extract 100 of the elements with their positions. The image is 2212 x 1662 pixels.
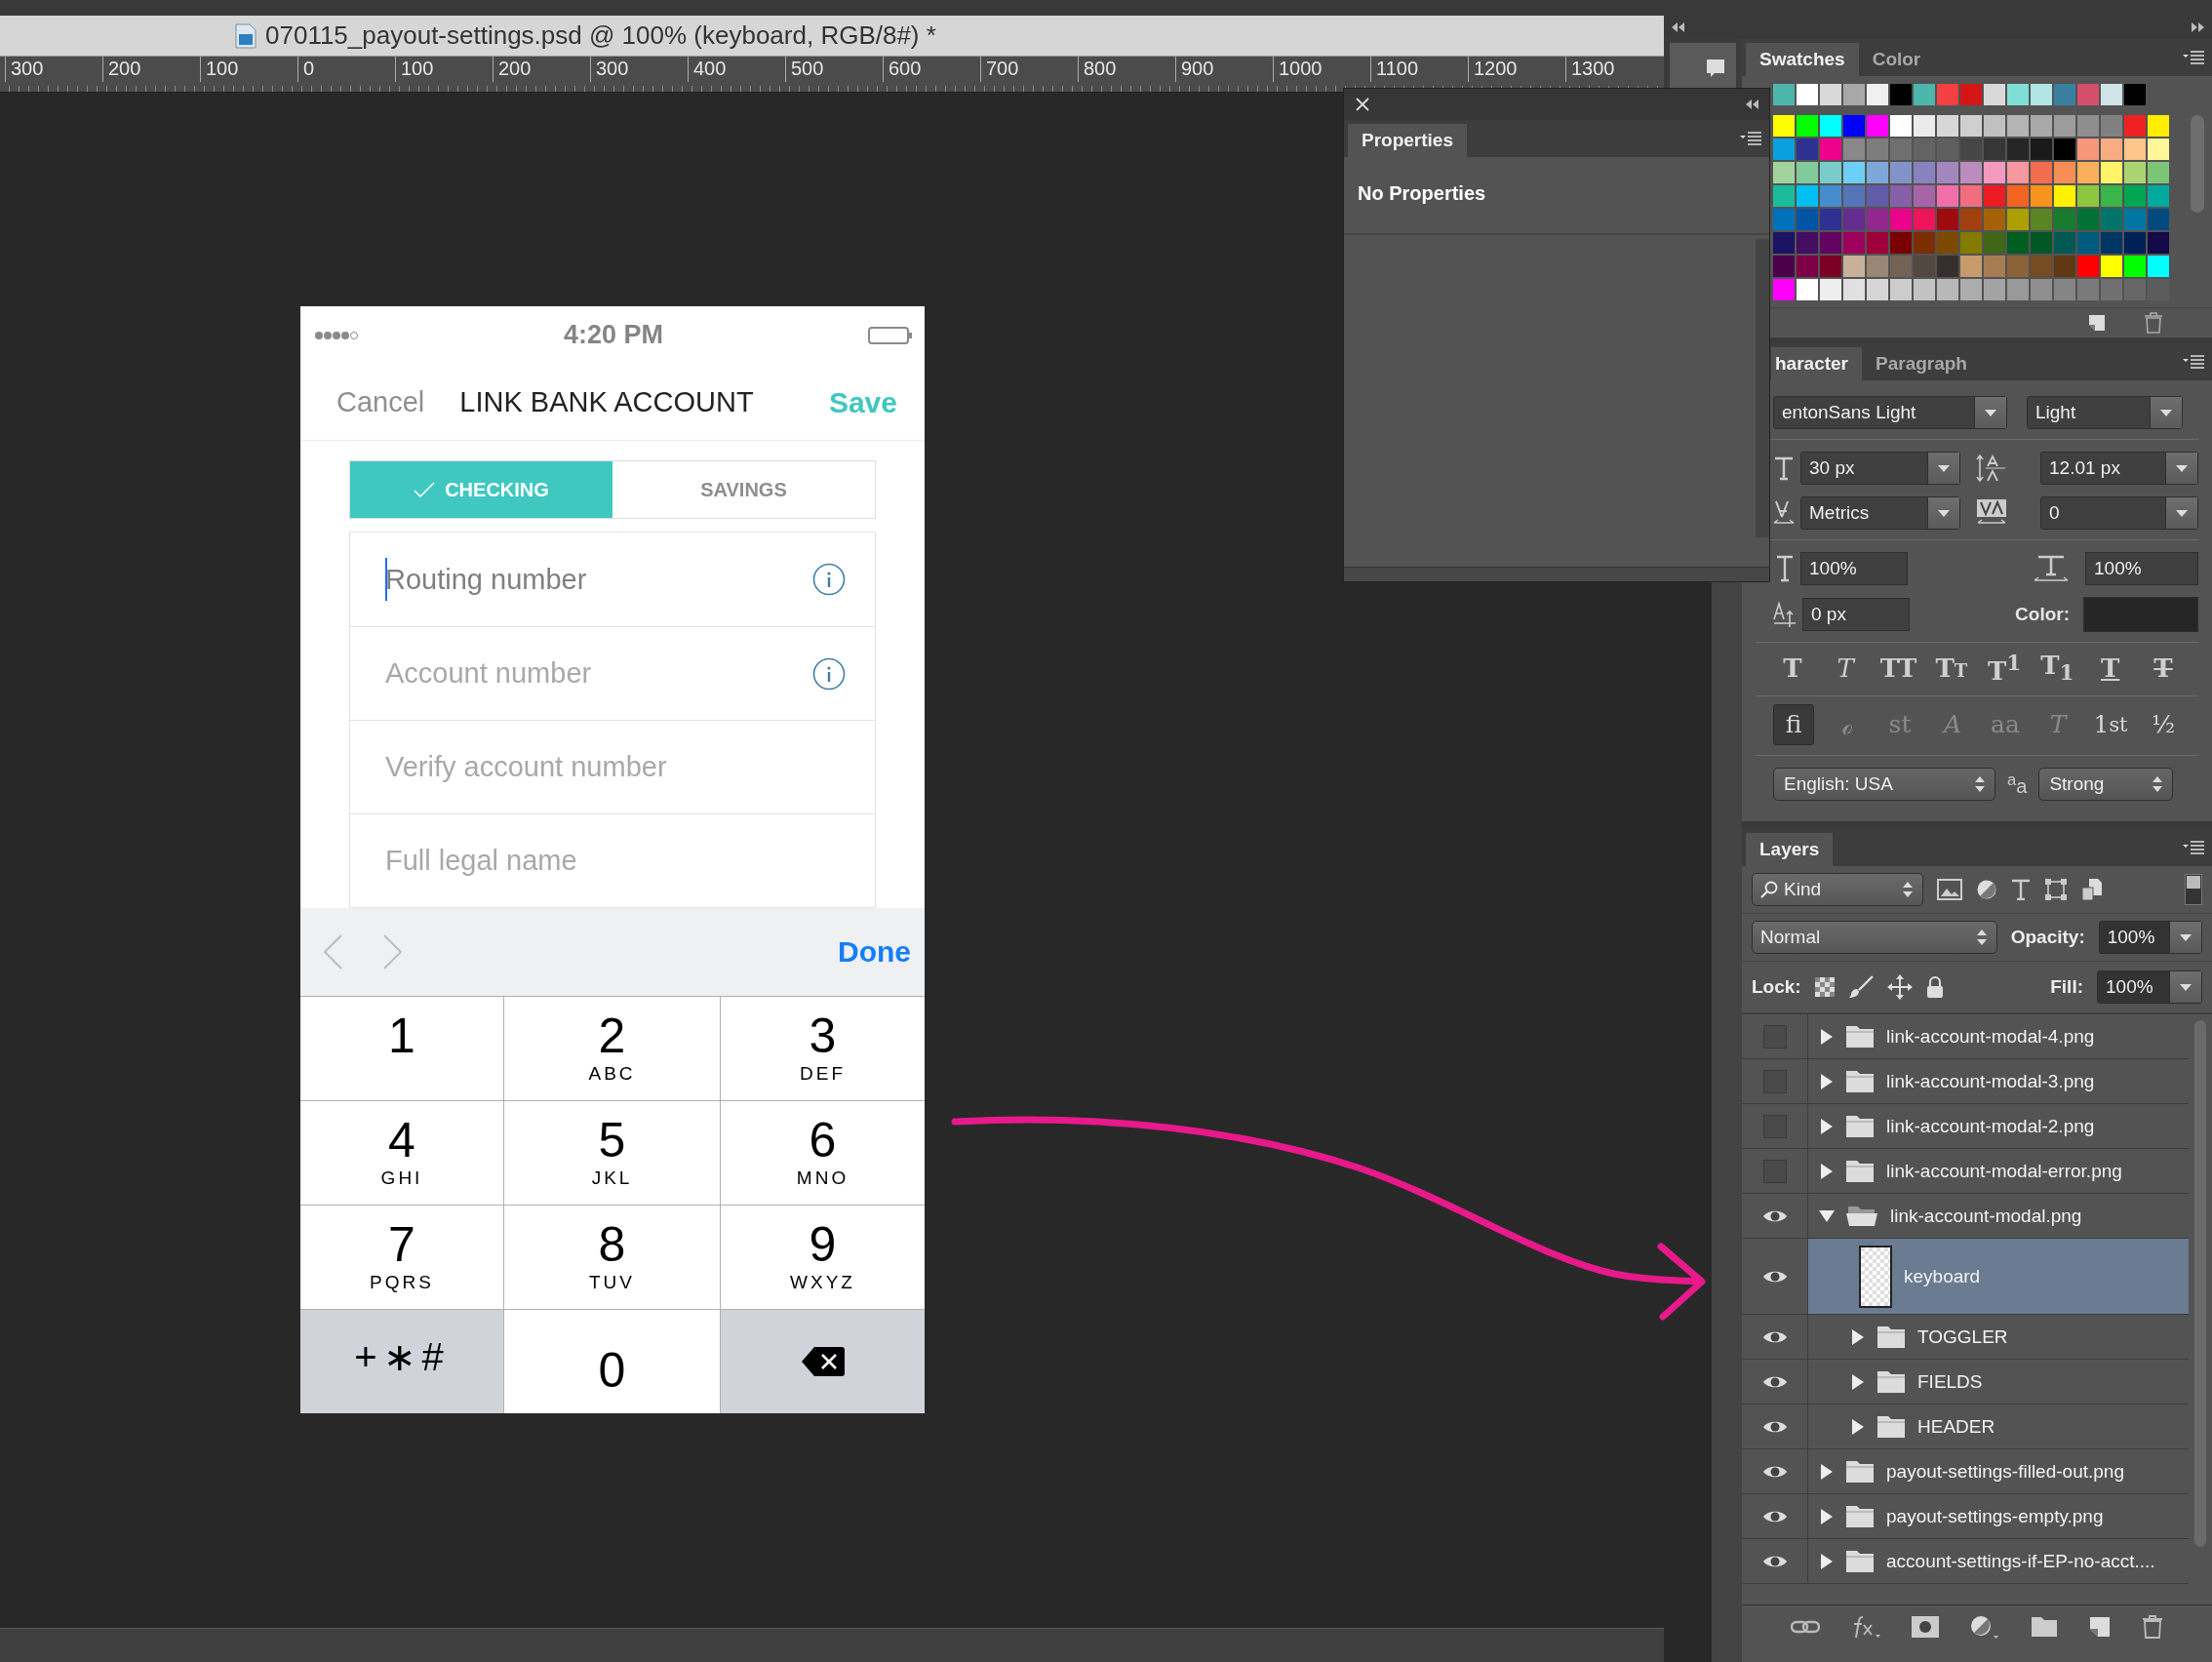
color-swatch[interactable] xyxy=(1820,209,1841,230)
input-field[interactable]: Account number xyxy=(385,657,812,691)
color-swatch[interactable] xyxy=(1797,138,1818,160)
color-swatch[interactable] xyxy=(1937,279,1958,300)
color-swatch[interactable] xyxy=(1914,185,1935,207)
paragraph-panel-button[interactable] xyxy=(1670,43,1736,90)
color-swatch[interactable] xyxy=(1914,209,1935,230)
color-swatch[interactable] xyxy=(1984,185,2005,207)
color-swatch[interactable] xyxy=(1937,209,1958,230)
visibility-toggle[interactable] xyxy=(1762,1159,1787,1183)
color-swatch[interactable] xyxy=(1984,84,2005,105)
color-swatch[interactable] xyxy=(1984,232,2005,254)
color-swatch[interactable] xyxy=(2031,84,2052,105)
color-swatch[interactable] xyxy=(2124,185,2146,207)
color-swatch[interactable] xyxy=(1820,84,1841,105)
color-swatch[interactable] xyxy=(2124,209,2146,230)
color-swatch[interactable] xyxy=(2031,115,2052,137)
color-swatch[interactable] xyxy=(2124,162,2146,183)
language-dropdown[interactable]: English: USA xyxy=(1773,767,1995,801)
color-swatch[interactable] xyxy=(1867,256,1888,277)
keypad-key[interactable]: 8 TUV xyxy=(504,1206,720,1309)
color-swatch[interactable] xyxy=(1984,162,2005,183)
color-swatch[interactable] xyxy=(1914,279,1935,300)
color-swatch[interactable] xyxy=(2124,84,2146,105)
color-swatch[interactable] xyxy=(1867,84,1888,105)
disclosure-triangle-icon[interactable] xyxy=(1820,1072,1834,1090)
keypad-key[interactable]: 7 PQRS xyxy=(300,1206,503,1309)
color-swatch[interactable] xyxy=(2007,84,2029,105)
color-swatch[interactable] xyxy=(1867,162,1888,183)
panel-menu-icon[interactable] xyxy=(2183,841,2204,854)
vertical-scale-field[interactable]: 100% xyxy=(1800,552,1908,585)
input-field[interactable]: Full legal name xyxy=(385,845,846,878)
color-swatch[interactable] xyxy=(2077,185,2099,207)
color-swatch[interactable] xyxy=(1773,84,1795,105)
layer-row[interactable]: link-account-modal-2.png xyxy=(1808,1104,2189,1148)
color-swatch[interactable] xyxy=(2054,209,2075,230)
keypad-key[interactable]: 1 xyxy=(300,997,503,1100)
lock-icon[interactable] xyxy=(1925,975,1944,999)
type-style-button[interactable]: T xyxy=(1773,653,1812,683)
new-group-icon[interactable] xyxy=(2031,1616,2058,1638)
color-swatch[interactable] xyxy=(1820,138,1841,160)
color-swatch[interactable] xyxy=(2148,232,2169,254)
vertical-scrollbar[interactable] xyxy=(1756,239,1769,537)
color-swatch[interactable] xyxy=(1843,162,1865,183)
color-swatch[interactable] xyxy=(1914,84,1935,105)
color-swatch[interactable] xyxy=(2148,162,2169,183)
color-swatch[interactable] xyxy=(1960,84,1982,105)
keypad-key[interactable]: 3 DEF xyxy=(721,997,925,1100)
color-swatch[interactable] xyxy=(2031,185,2052,207)
type-style-button[interactable]: TT xyxy=(1878,653,1918,683)
color-swatch[interactable] xyxy=(1960,256,1982,277)
disclosure-triangle-icon[interactable] xyxy=(1820,1462,1834,1481)
color-swatch[interactable] xyxy=(2007,279,2029,300)
color-swatch[interactable] xyxy=(1937,115,1958,137)
anti-aliasing-dropdown[interactable]: Strong xyxy=(2038,767,2174,801)
color-swatch[interactable] xyxy=(1773,232,1795,254)
trash-icon[interactable] xyxy=(2144,312,2163,334)
new-layer-icon[interactable] xyxy=(2089,1616,2111,1638)
color-swatch[interactable] xyxy=(1867,185,1888,207)
keypad-key[interactable]: 5 JKL xyxy=(504,1101,720,1205)
kerning-dropdown[interactable]: Metrics xyxy=(1800,496,1960,530)
disclosure-triangle-icon[interactable] xyxy=(1851,1417,1865,1436)
color-swatch[interactable] xyxy=(1867,138,1888,160)
visibility-toggle[interactable] xyxy=(1762,1024,1787,1049)
color-swatch[interactable] xyxy=(1843,256,1865,277)
color-swatch[interactable] xyxy=(2031,162,2052,183)
font-family-dropdown[interactable]: entonSans Light xyxy=(1773,396,2007,429)
layer-row[interactable]: link-account-modal-3.png xyxy=(1808,1059,2189,1103)
color-swatch[interactable] xyxy=(1797,232,1818,254)
color-swatch[interactable] xyxy=(1960,209,1982,230)
color-swatch[interactable] xyxy=(2054,279,2075,300)
filter-kind-dropdown[interactable]: Kind xyxy=(1752,873,1923,906)
color-swatch[interactable] xyxy=(2054,84,2075,105)
color-swatch[interactable] xyxy=(1843,84,1865,105)
panel-menu-icon[interactable] xyxy=(1740,132,1761,145)
type-style-button[interactable]: T xyxy=(2090,653,2130,683)
color-swatch[interactable] xyxy=(1843,138,1865,160)
layer-row[interactable]: link-account-modal-4.png xyxy=(1808,1014,2189,1058)
disclosure-triangle-icon[interactable] xyxy=(1820,1027,1834,1046)
layer-row[interactable]: account-settings-if-EP-no-acct.... xyxy=(1808,1539,2189,1583)
color-swatch[interactable] xyxy=(2031,209,2052,230)
color-swatch[interactable] xyxy=(2007,138,2029,160)
color-swatch[interactable] xyxy=(1867,232,1888,254)
color-swatch[interactable] xyxy=(1773,138,1795,160)
collapse-icon[interactable] xyxy=(1746,99,1759,109)
color-swatch[interactable] xyxy=(2031,279,2052,300)
color-swatch[interactable] xyxy=(2077,138,2099,160)
disclosure-triangle-icon[interactable] xyxy=(1818,1208,1836,1223)
color-swatch[interactable] xyxy=(2101,185,2122,207)
color-swatch[interactable] xyxy=(2007,256,2029,277)
leading-dropdown[interactable]: 12.01 px xyxy=(2040,452,2198,485)
color-swatch[interactable] xyxy=(1773,162,1795,183)
panel-tab[interactable]: Layers xyxy=(1746,833,1834,866)
color-swatch[interactable] xyxy=(2007,232,2029,254)
keypad-key[interactable]: 4 GHI xyxy=(300,1101,503,1205)
keypad-key[interactable]: 6 MNO xyxy=(721,1101,925,1205)
color-swatch[interactable] xyxy=(1984,256,2005,277)
color-swatch[interactable] xyxy=(1914,232,1935,254)
color-swatch[interactable] xyxy=(2124,256,2146,277)
panel-tab[interactable]: Swatches xyxy=(1746,43,1859,76)
